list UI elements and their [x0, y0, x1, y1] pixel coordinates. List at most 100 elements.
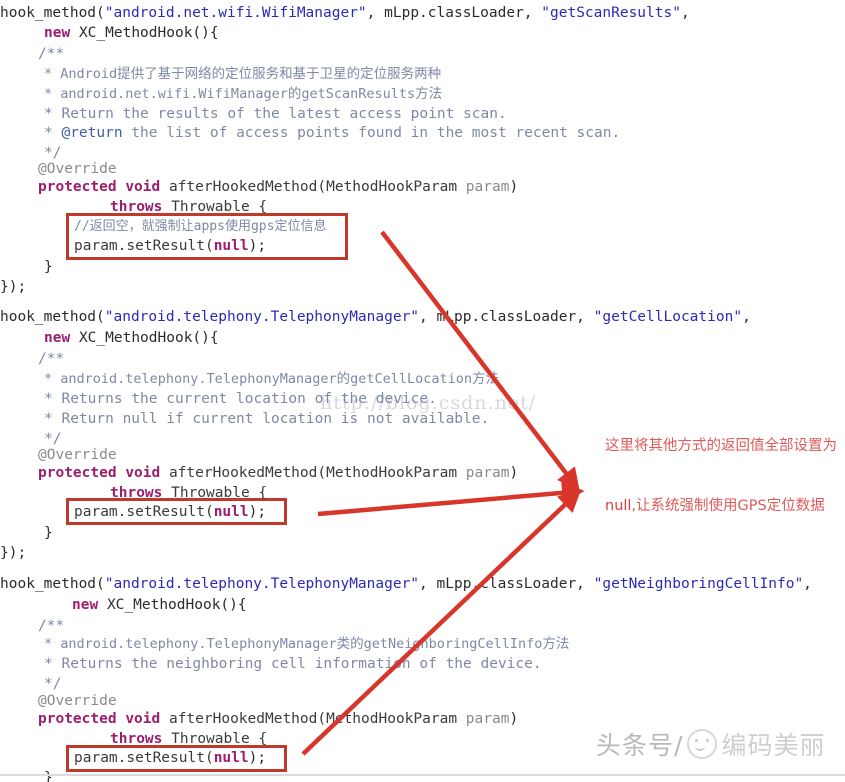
callout-line-2-rest: ,让系统强制使用GPS定位数据	[631, 498, 825, 514]
code-line-l6: * Return the results of the latest acces…	[44, 106, 507, 122]
code-text-layer: hook_method("android.net.wifi.WifiManage…	[0, 0, 845, 782]
toutiao-watermark: 头条号/ 编码美丽	[596, 726, 825, 762]
token-classloader-2: mLpp.classLoader,	[427, 309, 594, 325]
token-new-2: new	[44, 330, 71, 346]
token-comma-3: ,	[419, 309, 428, 325]
token-xc-methodhook: XC_MethodHook(){	[78, 25, 219, 41]
code-line-n8: protected void afterHookedMethod(MethodH…	[38, 710, 518, 729]
token-hook-method-3: hook_method	[0, 576, 97, 592]
token-space-4	[160, 179, 169, 195]
token-semicolon-2: ;	[257, 504, 267, 520]
token-at-return: @return	[61, 125, 123, 141]
token-space-3	[117, 179, 126, 195]
set-null-callout: 这里将其他方式的返回值全部设置为 null,让系统强制使用GPS定位数据	[605, 396, 837, 556]
token-throwable: Throwable {	[171, 199, 268, 215]
token-space-6	[70, 330, 79, 346]
code-line-m8: @Override	[38, 447, 117, 463]
token-null: null	[213, 238, 249, 254]
token-throwable-3: Throwable {	[171, 731, 268, 747]
bottom-divider	[0, 774, 845, 776]
code-line-n9: throws Throwable {	[110, 730, 267, 749]
token-string-getcelllocation: "getCellLocation"	[593, 309, 743, 325]
code-line-m3: /**	[38, 351, 65, 367]
token-comma-6: ,	[803, 576, 812, 592]
token-protected-2: protected	[38, 465, 117, 481]
code-line-l7: * @return the list of access points foun…	[44, 124, 620, 143]
callout-null-token: null	[605, 498, 632, 514]
token-param-setresult-3: param.setResult(	[74, 750, 214, 766]
token-param-setresult: param.setResult(	[74, 238, 214, 254]
code-line-l14: }	[44, 259, 53, 275]
token-open-paren: (	[96, 5, 105, 21]
token-new: new	[44, 25, 71, 41]
token-star: *	[44, 125, 53, 141]
code-line-l9: @Override	[38, 161, 117, 177]
token-close-paren-3: )	[509, 465, 519, 481]
code-line-l3: /**	[38, 46, 65, 62]
smiley-face-icon	[687, 729, 718, 759]
code-line-m12: }	[44, 525, 53, 541]
code-line-n2: new XC_MethodHook(){	[72, 596, 247, 615]
token-space-7	[117, 465, 126, 481]
code-line-m1: hook_method("android.telephony.Telephony…	[0, 308, 751, 327]
code-line-n10: param.setResult(null);	[74, 749, 266, 768]
code-line-n3: /**	[38, 618, 65, 634]
code-line-l5: * android.net.wifi.WifiManager的getScanRe…	[44, 86, 443, 102]
token-string-getscanresults: "getScanResults"	[541, 5, 681, 21]
token-throws-3: throws	[110, 731, 163, 747]
token-protected-3: protected	[38, 711, 117, 727]
token-comma-2: ,	[680, 5, 690, 21]
token-semicolon: ;	[257, 238, 267, 254]
token-string-getneighboringcellinfo: "getNeighboringCellInfo"	[593, 576, 804, 592]
code-screenshot: http://blog.csdn.net/ hook_method("andro…	[0, 0, 845, 782]
code-line-l12: //返回空，就强制让apps使用gps定位信息	[74, 219, 327, 234]
token-open-paren-2: (	[96, 309, 105, 325]
token-string-wifimanager: "android.net.wifi.WifiManager"	[104, 5, 367, 21]
token-space-8	[160, 465, 169, 481]
token-semicolon-3: ;	[257, 750, 267, 766]
code-line-n5: * Returns the neighboring cell informati…	[44, 656, 542, 672]
toutiao-name-label: 编码美丽	[721, 731, 826, 760]
token-hook-method: hook_method	[0, 5, 97, 21]
code-line-m10: throws Throwable {	[110, 484, 267, 503]
code-line-l4: * Android提供了基于网络的定位服务和基于卫星的定位服务两种	[44, 66, 442, 82]
token-space-9	[162, 485, 171, 501]
token-xc-methodhook-3: XC_MethodHook(){	[106, 597, 247, 613]
token-param-setresult-2: param.setResult(	[74, 504, 214, 520]
token-protected: protected	[38, 179, 117, 195]
token-xc-methodhook-2: XC_MethodHook(){	[78, 330, 219, 346]
code-line-m4: * android.telephony.TelephonyManager的get…	[44, 371, 500, 387]
token-space-10	[98, 597, 107, 613]
token-methodhookparam: MethodHookParam	[326, 179, 458, 195]
token-space-5	[162, 199, 171, 215]
code-line-m9: protected void afterHookedMethod(MethodH…	[38, 464, 518, 483]
token-throwable-2: Throwable {	[171, 485, 268, 501]
code-line-l2: new XC_MethodHook(){	[44, 24, 219, 43]
code-line-m2: new XC_MethodHook(){	[44, 329, 219, 348]
token-classloader-3: mLpp.classLoader,	[427, 576, 594, 592]
token-space-11	[117, 711, 126, 727]
token-string-telephonymanager: "android.telephony.TelephonyManager"	[104, 309, 420, 325]
token-null-3: null	[213, 750, 249, 766]
token-close-paren-5: )	[509, 711, 519, 727]
token-param: param	[457, 179, 510, 195]
token-void-2: void	[125, 465, 161, 481]
code-line-m11: param.setResult(null);	[74, 503, 266, 522]
token-new-3: new	[72, 597, 99, 613]
token-afterhookedmethod: afterHookedMethod(	[168, 179, 327, 195]
code-line-n7: @Override	[38, 693, 117, 709]
code-line-l11: throws Throwable {	[110, 198, 267, 217]
token-void-3: void	[125, 711, 161, 727]
token-classloader: mLpp.classLoader,	[375, 5, 542, 21]
code-line-n1: hook_method("android.telephony.Telephony…	[0, 575, 812, 594]
token-open-paren-3: (	[96, 576, 105, 592]
token-param-2: param	[457, 465, 510, 481]
code-line-l10: protected void afterHookedMethod(MethodH…	[38, 178, 518, 197]
callout-line-2: null,让系统强制使用GPS定位数据	[605, 496, 837, 516]
token-return-desc: the list of access points found in the m…	[122, 125, 621, 141]
token-afterhookedmethod-3: afterHookedMethod(	[168, 711, 327, 727]
token-comma-4: ,	[742, 309, 751, 325]
code-line-l1: hook_method("android.net.wifi.WifiManage…	[0, 4, 690, 23]
code-line-l15: });	[0, 279, 27, 295]
